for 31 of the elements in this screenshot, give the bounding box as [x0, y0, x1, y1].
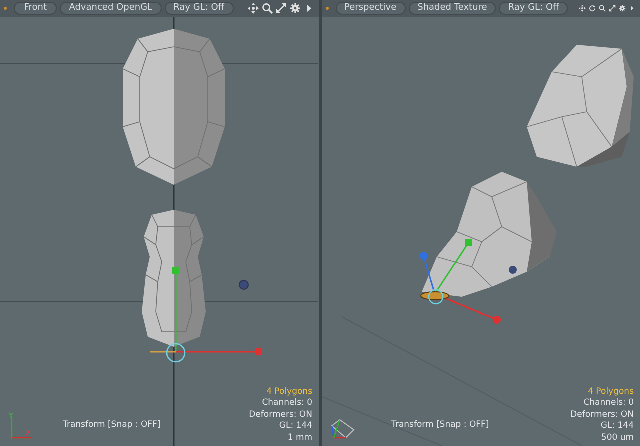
tool-status-label: Transform [Snap : OFF]: [392, 419, 490, 432]
search-icon[interactable]: [262, 3, 272, 14]
stat-label: 4 Polygons: [587, 386, 634, 398]
search-icon[interactable]: [599, 3, 606, 14]
settings-icon[interactable]: [290, 3, 300, 14]
view-dropdown-button[interactable]: Advanced OpenGL: [60, 2, 162, 15]
stat-label: 500 um: [600, 432, 634, 444]
stat-label: GL: 144: [278, 421, 312, 432]
pivot-icon: [239, 280, 249, 290]
maximize-icon[interactable]: [276, 3, 286, 14]
stat-label: Deformers: ON: [570, 410, 634, 421]
view-dropdown-button[interactable]: Ray GL: Off: [164, 2, 234, 15]
view-dropdown-button[interactable]: Front: [14, 2, 58, 15]
stat-label: Deformers: ON: [249, 410, 312, 421]
viewport-dot-icon: [4, 7, 7, 10]
stat-label: Channels: 0: [261, 398, 312, 410]
rotate-icon[interactable]: [589, 3, 596, 14]
stat-label: 4 Polygons: [266, 386, 312, 398]
tool-status-label: Transform [Snap : OFF]: [63, 419, 161, 432]
viewport-dot-icon: [326, 7, 328, 10]
pivot-icon: [508, 266, 516, 274]
stat-label: Channels: 0: [582, 398, 634, 410]
view-dropdown-button[interactable]: Ray GL: Off: [499, 2, 568, 15]
view-dropdown-button[interactable]: Shaded Texture: [408, 2, 496, 15]
view-dropdown-button[interactable]: Perspective: [336, 2, 406, 15]
stat-label: 1 mm: [286, 432, 312, 444]
move-icon[interactable]: [579, 3, 586, 14]
maximize-icon[interactable]: [609, 3, 616, 14]
move-icon[interactable]: [248, 3, 258, 14]
settings-icon[interactable]: [619, 3, 626, 14]
stat-label: GL: 144: [600, 421, 634, 432]
